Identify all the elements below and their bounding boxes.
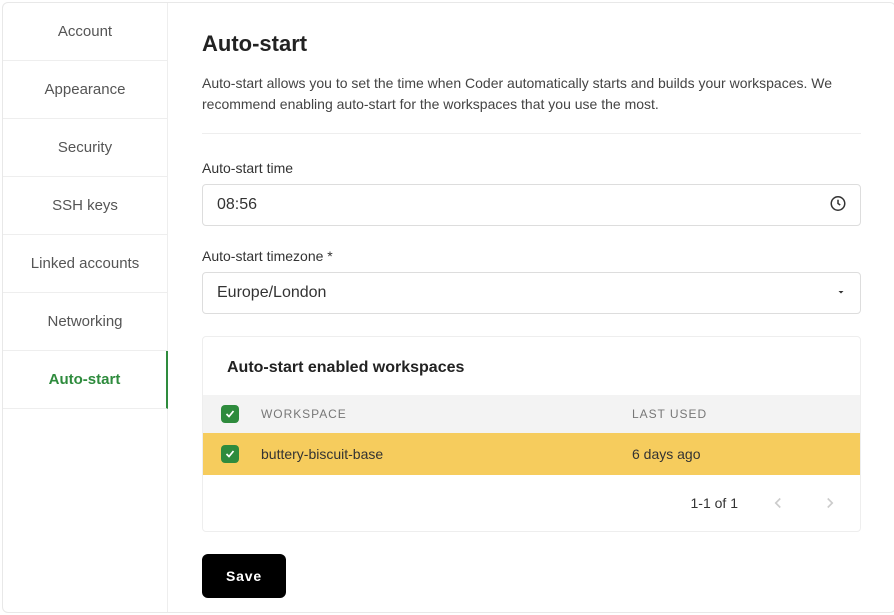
sidebar-item-networking[interactable]: Networking [3, 293, 167, 351]
sidebar-item-auto-start[interactable]: Auto-start [3, 351, 168, 409]
cell-last-used: 6 days ago [632, 446, 842, 462]
sidebar-item-label: Appearance [45, 81, 126, 98]
auto-start-timezone-select[interactable] [202, 272, 861, 314]
sidebar-item-label: Linked accounts [31, 255, 139, 272]
auto-start-time-input[interactable] [202, 184, 861, 226]
prev-page-button[interactable] [766, 491, 790, 515]
select-all-checkbox[interactable] [221, 405, 239, 423]
page-description: Auto-start allows you to set the time wh… [202, 73, 861, 115]
sidebar: Account Appearance Security SSH keys Lin… [3, 3, 168, 612]
col-header-workspace: WORKSPACE [261, 407, 632, 421]
time-label: Auto-start time [202, 160, 861, 176]
table-title: Auto-start enabled workspaces [203, 337, 860, 395]
sidebar-item-label: Security [58, 139, 112, 156]
sidebar-item-label: Networking [47, 313, 122, 330]
sidebar-item-appearance[interactable]: Appearance [3, 61, 167, 119]
col-header-last-used: LAST USED [632, 407, 842, 421]
pagination-label: 1-1 of 1 [691, 495, 738, 511]
save-button[interactable]: Save [202, 554, 286, 598]
sidebar-item-label: Auto-start [49, 371, 121, 388]
cell-workspace: buttery-biscuit-base [261, 446, 632, 462]
sidebar-item-label: Account [58, 23, 112, 40]
page-title: Auto-start [202, 31, 861, 57]
table-footer: 1-1 of 1 [203, 475, 860, 531]
table-header-row: WORKSPACE LAST USED [203, 395, 860, 433]
workspaces-table: Auto-start enabled workspaces WORKSPACE … [202, 336, 861, 532]
next-page-button[interactable] [818, 491, 842, 515]
sidebar-item-label: SSH keys [52, 197, 118, 214]
sidebar-item-security[interactable]: Security [3, 119, 167, 177]
sidebar-item-ssh-keys[interactable]: SSH keys [3, 177, 167, 235]
timezone-label: Auto-start timezone * [202, 248, 861, 264]
main-content: Auto-start Auto-start allows you to set … [168, 3, 894, 612]
row-checkbox[interactable] [221, 445, 239, 463]
divider [202, 133, 861, 134]
sidebar-item-linked-accounts[interactable]: Linked accounts [3, 235, 167, 293]
sidebar-item-account[interactable]: Account [3, 3, 167, 61]
table-row[interactable]: buttery-biscuit-base 6 days ago [203, 433, 860, 475]
